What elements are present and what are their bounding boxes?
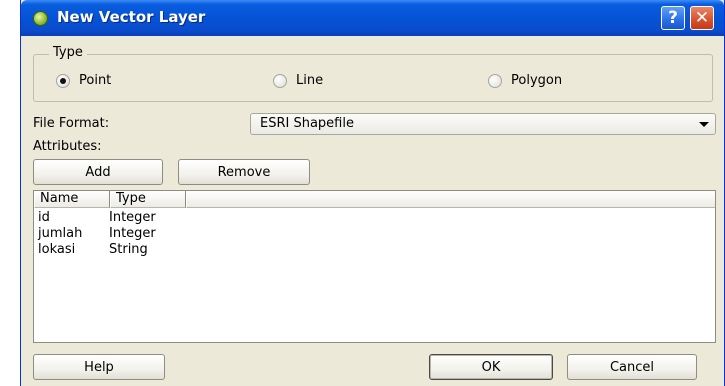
column-header-type[interactable]: Type [110, 191, 186, 208]
cell-name: id [38, 210, 50, 225]
attributes-label: Attributes: [33, 139, 102, 154]
radio-line-indicator[interactable] [273, 73, 287, 88]
radio-point-indicator[interactable] [56, 73, 70, 88]
question-mark-icon: ? [668, 8, 678, 28]
radio-polygon-label: Polygon [511, 73, 563, 88]
add-button[interactable]: Add [33, 159, 163, 185]
table-header: Name Type [34, 191, 715, 208]
radio-polygon-indicator[interactable] [488, 73, 502, 88]
window-title: New Vector Layer [57, 8, 206, 26]
cancel-button[interactable]: Cancel [567, 354, 697, 380]
cell-type: Integer [109, 210, 156, 225]
title-bar[interactable]: New Vector Layer ? ✕ [21, 0, 724, 36]
titlebar-help-button[interactable]: ? [661, 6, 685, 30]
file-format-label: File Format: [33, 116, 110, 131]
table-row[interactable]: lokasi String [38, 242, 148, 257]
cell-type: Integer [109, 226, 156, 241]
radio-polygon[interactable]: Polygon [488, 73, 562, 88]
cell-name: lokasi [38, 242, 76, 257]
file-format-select[interactable]: ESRI Shapefile [250, 113, 716, 135]
column-header-empty [186, 191, 715, 208]
type-group-title: Type [49, 45, 87, 60]
attributes-table[interactable]: Name Type id Integer jumlah Integer loka… [33, 190, 716, 343]
remove-button[interactable]: Remove [178, 159, 310, 185]
chevron-down-icon[interactable] [699, 122, 709, 127]
table-row[interactable]: jumlah Integer [38, 226, 156, 241]
radio-line[interactable]: Line [273, 73, 323, 88]
radio-point[interactable]: Point [56, 73, 111, 88]
cell-name: jumlah [38, 226, 83, 241]
table-row[interactable]: id Integer [38, 210, 156, 225]
type-groupbox [33, 54, 713, 102]
column-header-name[interactable]: Name [34, 191, 110, 208]
cell-type: String [109, 242, 148, 257]
radio-line-label: Line [296, 73, 324, 88]
file-format-value: ESRI Shapefile [260, 116, 354, 131]
qgis-app-icon [33, 11, 48, 26]
radio-point-label: Point [79, 73, 112, 88]
close-icon: ✕ [694, 8, 710, 28]
ok-button[interactable]: OK [429, 354, 553, 380]
titlebar-close-button[interactable]: ✕ [690, 6, 714, 30]
help-button[interactable]: Help [33, 354, 165, 380]
